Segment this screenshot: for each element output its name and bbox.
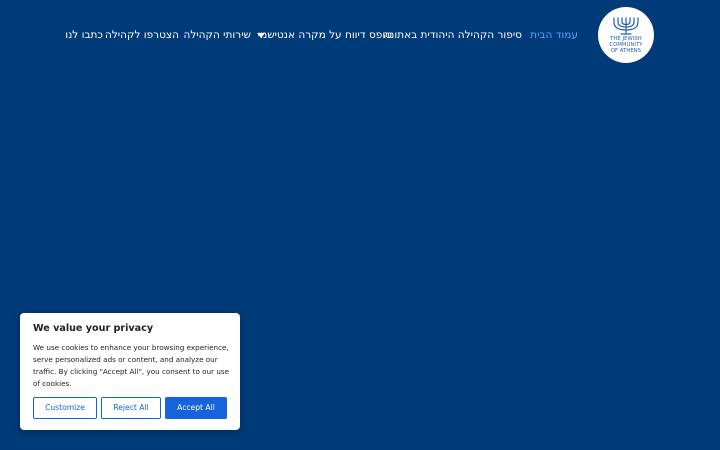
nav-item-home[interactable]: עמוד הבית — [530, 26, 578, 44]
cookie-banner-title: We value your privacy — [33, 323, 154, 334]
cookie-banner-text: We use cookies to enhance your browsing … — [33, 343, 230, 388]
nav-item-join-community[interactable]: הצטרפו לקהילה — [105, 26, 179, 44]
customize-button[interactable]: Customize — [33, 397, 97, 419]
nav-item-community-story[interactable]: סיפור הקהילה היהודית באתונה — [383, 26, 522, 44]
reject-all-button[interactable]: Reject All — [101, 397, 161, 419]
logo-text-line-3: OF ATHENS — [610, 48, 642, 54]
nav-item-contact-us[interactable]: כתבו לנו — [65, 26, 103, 44]
caret-down-icon[interactable] — [257, 33, 265, 38]
site-header: THE JEWISH COMMUNITY OF ATHENS עמוד הבית… — [0, 0, 720, 70]
cookie-consent-banner: We value your privacy We use cookies to … — [20, 313, 240, 430]
main-nav: עמוד הבית סיפור הקהילה היהודית באתונה טו… — [0, 26, 720, 44]
nav-item-community-services[interactable]: שירותי הקהילה — [183, 26, 251, 44]
nav-item-antisemitism-report[interactable]: טופס דיווח על מקרה אנטישמי — [258, 26, 392, 44]
accept-all-button[interactable]: Accept All — [165, 397, 227, 419]
